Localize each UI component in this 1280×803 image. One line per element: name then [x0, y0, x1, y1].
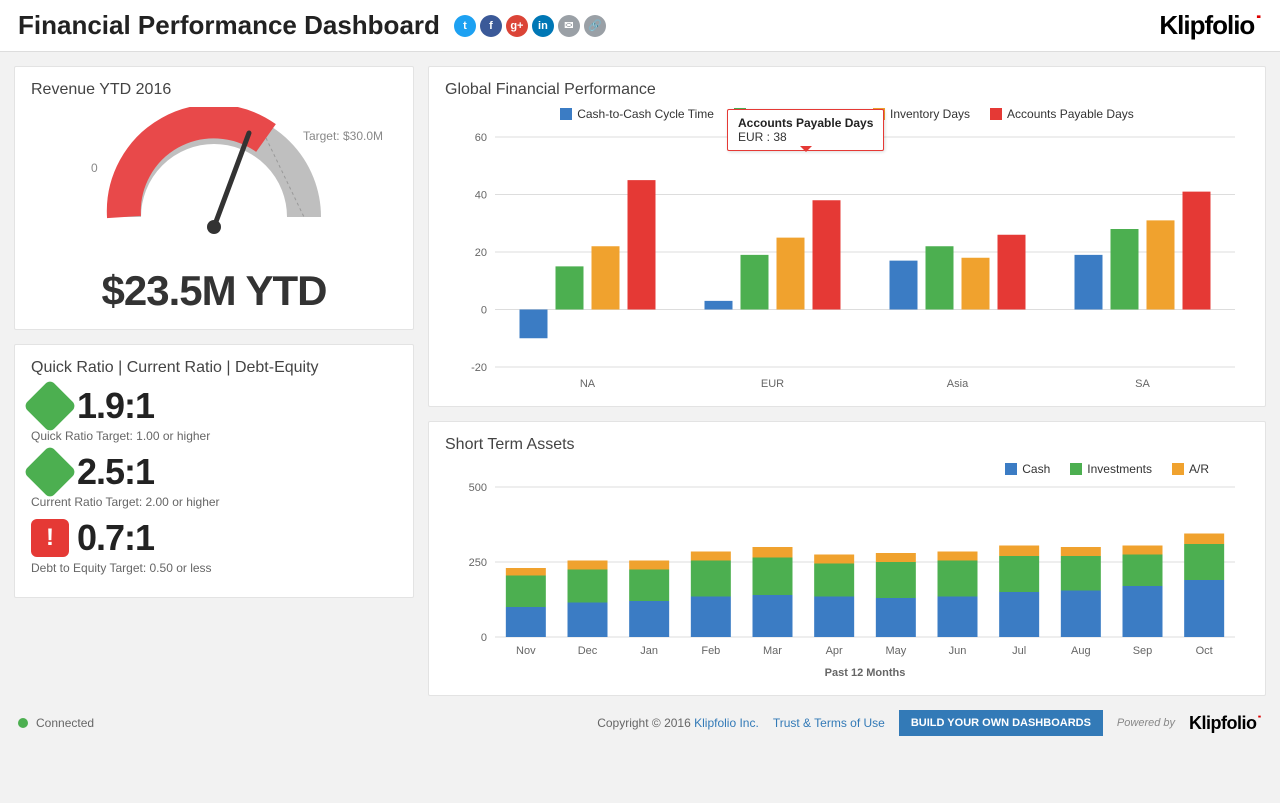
svg-text:0: 0 [481, 632, 487, 644]
svg-text:60: 60 [475, 132, 487, 144]
alert-icon: ! [31, 519, 69, 557]
quick-ratio-row: 1.9:1 [31, 385, 397, 427]
svg-text:Sep: Sep [1133, 645, 1153, 657]
global-perf-chart[interactable]: -20 0 20 40 60 NA EUR Asia SA [445, 127, 1245, 397]
short-assets-title: Short Term Assets [445, 436, 1249, 454]
brand-logo-small: Klipfolio˙ [1189, 713, 1262, 734]
debt-equity-row: ! 0.7:1 [31, 517, 397, 559]
svg-text:20: 20 [475, 247, 487, 259]
svg-text:Oct: Oct [1196, 645, 1213, 657]
powered-by-text: Powered by [1117, 717, 1175, 729]
quick-ratio-sub: Quick Ratio Target: 1.00 or higher [31, 429, 397, 443]
svg-text:Asia: Asia [947, 378, 969, 390]
quick-ratio-value: 1.9:1 [77, 385, 154, 427]
debt-equity-sub: Debt to Equity Target: 0.50 or less [31, 561, 397, 575]
svg-text:Mar: Mar [763, 645, 782, 657]
chart-tooltip: Accounts Payable Days EUR : 38 [727, 109, 884, 151]
gauge-zero-label: 0 [91, 161, 98, 175]
svg-text:EUR: EUR [761, 378, 784, 390]
svg-text:40: 40 [475, 190, 487, 202]
diamond-ok-icon [23, 379, 77, 433]
current-ratio-value: 2.5:1 [77, 451, 154, 493]
gauge-target-label: Target: $30.0M [303, 129, 383, 143]
global-perf-title: Global Financial Performance [445, 81, 1249, 99]
debt-equity-value: 0.7:1 [77, 517, 154, 559]
footer: Connected Copyright © 2016 Klipfolio Inc… [0, 702, 1280, 750]
twitter-icon[interactable]: t [454, 15, 476, 37]
diamond-ok-icon [23, 445, 77, 499]
app-header: Financial Performance Dashboard t f g+ i… [0, 0, 1280, 52]
linkedin-icon[interactable]: in [532, 15, 554, 37]
svg-text:Aug: Aug [1071, 645, 1091, 657]
gplus-icon[interactable]: g+ [506, 15, 528, 37]
svg-text:Jan: Jan [640, 645, 658, 657]
current-ratio-row: 2.5:1 [31, 451, 397, 493]
svg-text:Feb: Feb [701, 645, 720, 657]
brand-logo: Klipfolio˙ [1159, 10, 1262, 41]
svg-text:Apr: Apr [826, 645, 843, 657]
revenue-title: Revenue YTD 2016 [31, 81, 397, 99]
build-dashboards-button[interactable]: BUILD YOUR OWN DASHBOARDS [899, 710, 1103, 736]
revenue-card: Revenue YTD 2016 0 Target: $30.0M $23.5M… [14, 66, 414, 330]
short-assets-legend: CashInvestmentsA/R [445, 462, 1249, 476]
global-perf-card: Global Financial Performance Cash-to-Cas… [428, 66, 1266, 407]
social-icons: t f g+ in ✉ 🔗 [454, 15, 606, 37]
svg-text:Jun: Jun [949, 645, 967, 657]
short-assets-card: Short Term Assets CashInvestmentsA/R 0 25… [428, 421, 1266, 696]
copyright-text: Copyright © 2016 Klipfolio Inc. [597, 716, 759, 730]
svg-text:0: 0 [481, 305, 487, 317]
svg-text:500: 500 [469, 482, 487, 494]
svg-text:Dec: Dec [578, 645, 598, 657]
svg-text:-20: -20 [471, 362, 487, 374]
page-title: Financial Performance Dashboard [18, 10, 440, 41]
current-ratio-sub: Current Ratio Target: 2.00 or higher [31, 495, 397, 509]
ratios-title: Quick Ratio | Current Ratio | Debt-Equit… [31, 359, 397, 377]
link-icon[interactable]: 🔗 [584, 15, 606, 37]
svg-text:NA: NA [580, 378, 596, 390]
svg-text:Nov: Nov [516, 645, 536, 657]
status-text: Connected [36, 716, 94, 730]
terms-link[interactable]: Trust & Terms of Use [773, 716, 885, 730]
email-icon[interactable]: ✉ [558, 15, 580, 37]
status-dot-icon [18, 718, 28, 728]
svg-text:250: 250 [469, 557, 487, 569]
svg-text:May: May [885, 645, 906, 657]
facebook-icon[interactable]: f [480, 15, 502, 37]
svg-text:Past 12 Months: Past 12 Months [825, 667, 906, 679]
company-link[interactable]: Klipfolio Inc. [694, 716, 759, 730]
short-assets-chart[interactable]: 0 250 500 Nov Dec Jan Feb Mar Apr May Jun Jul Aug Sep… [445, 482, 1245, 682]
ratios-card: Quick Ratio | Current Ratio | Debt-Equit… [14, 344, 414, 598]
svg-text:SA: SA [1135, 378, 1150, 390]
svg-text:Jul: Jul [1012, 645, 1026, 657]
